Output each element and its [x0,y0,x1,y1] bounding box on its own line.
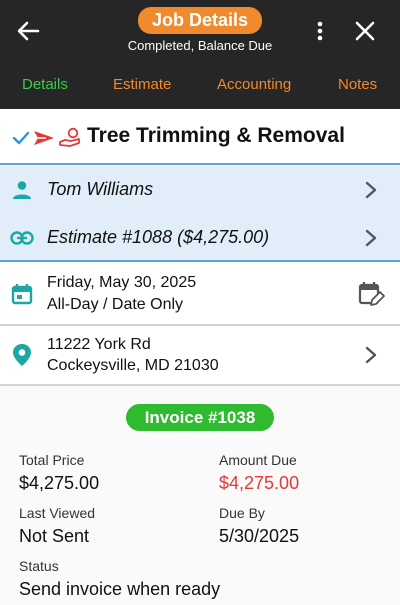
schedule-time: All-Day / Date Only [47,296,184,313]
schedule-row: Friday, May 30, 2025 All-Day / Date Only [0,264,400,324]
chevron-right-icon [365,229,377,247]
page-title: Job Details [138,7,262,34]
address-row[interactable]: 11222 York Rd Cockeysville, MD 21030 [0,326,400,384]
calendar-icon [10,282,34,306]
app-header: Job Details Completed, Balance Due Detai… [0,0,400,109]
job-title: Tree Trimming & Removal [87,124,345,147]
tab-accounting[interactable]: Accounting [217,76,291,93]
more-vertical-icon [317,21,323,41]
total-price-label: Total Price [19,452,85,468]
estimate-row[interactable]: Estimate #1088 ($4,275.00) [0,214,400,262]
more-options-button[interactable] [304,12,336,50]
address-line1: 11222 York Rd [47,336,151,353]
tab-estimate[interactable]: Estimate [113,76,171,93]
hand-payment-icon [59,127,80,147]
amount-due-value: $4,275.00 [219,473,300,493]
edit-date-button[interactable] [357,280,385,308]
paper-plane-icon [34,131,54,145]
last-viewed-label: Last Viewed [19,505,96,521]
close-icon [355,21,375,41]
job-status-icons [12,127,82,149]
tab-details[interactable]: Details [22,76,68,93]
invoice-status-value: Send invoice when ready [19,579,221,599]
last-viewed-value: Not Sent [19,526,90,546]
tab-notes[interactable]: Notes [338,76,377,93]
due-by-value: 5/30/2025 [219,526,300,546]
total-price-value: $4,275.00 [19,473,100,493]
link-icon [10,226,34,250]
status-label: Status [19,558,59,574]
chevron-right-icon [365,346,377,364]
estimate-link: Estimate #1088 ($4,275.00) [47,227,270,247]
amount-due-label: Amount Due [219,452,297,468]
calendar-edit-icon [358,282,385,306]
customer-estimate-section: Tom Williams Estimate #1088 ($4,275.00) [0,166,400,262]
checkmark-icon [12,131,30,145]
location-pin-icon [10,343,34,367]
customer-name: Tom Williams [47,179,154,199]
job-status-subtitle: Completed, Balance Due [127,38,273,53]
address-line2: Cockeysville, MD 21030 [47,357,219,374]
schedule-date: Friday, May 30, 2025 [47,274,197,291]
person-icon [10,178,34,202]
customer-row[interactable]: Tom Williams [0,166,400,214]
invoice-badge[interactable]: Invoice #1038 [126,404,274,431]
due-by-label: Due By [219,505,265,521]
chevron-right-icon [365,181,377,199]
close-button[interactable] [344,12,386,50]
